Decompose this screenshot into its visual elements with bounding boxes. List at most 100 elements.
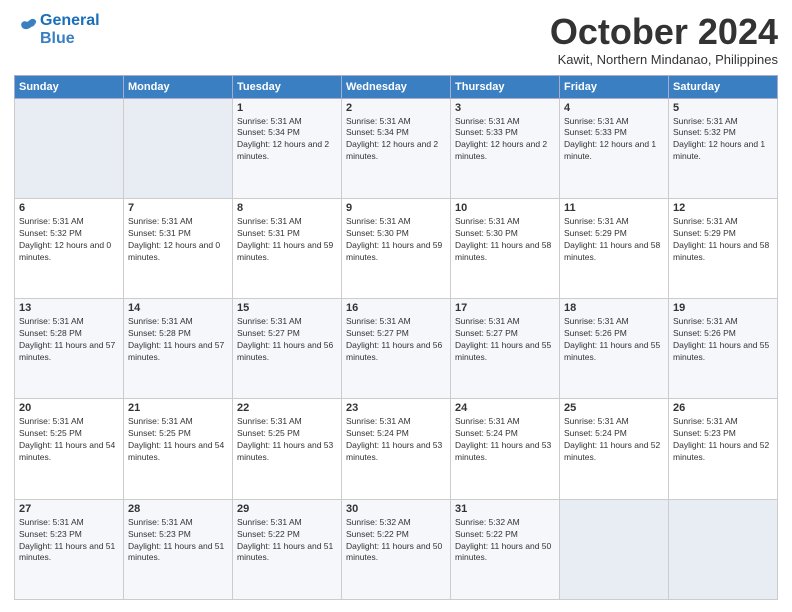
header-row: SundayMondayTuesdayWednesdayThursdayFrid… bbox=[15, 75, 778, 98]
calendar-body: 1 Sunrise: 5:31 AM Sunset: 5:34 PM Daylig… bbox=[15, 98, 778, 599]
day-info: Sunrise: 5:31 AM Sunset: 5:23 PM Dayligh… bbox=[128, 517, 228, 565]
calendar-header: SundayMondayTuesdayWednesdayThursdayFrid… bbox=[15, 75, 778, 98]
calendar-week-row: 27 Sunrise: 5:31 AM Sunset: 5:23 PM Dayli… bbox=[15, 499, 778, 599]
day-number: 7 bbox=[128, 202, 228, 214]
calendar-cell: 30 Sunrise: 5:32 AM Sunset: 5:22 PM Dayli… bbox=[342, 499, 451, 599]
page: General Blue October 2024 Kawit, Norther… bbox=[0, 0, 792, 612]
day-info: Sunrise: 5:31 AM Sunset: 5:33 PM Dayligh… bbox=[455, 116, 555, 164]
day-info: Sunrise: 5:31 AM Sunset: 5:31 PM Dayligh… bbox=[237, 216, 337, 264]
calendar-cell: 22 Sunrise: 5:31 AM Sunset: 5:25 PM Dayli… bbox=[233, 399, 342, 499]
day-info: Sunrise: 5:31 AM Sunset: 5:25 PM Dayligh… bbox=[237, 416, 337, 464]
day-number: 31 bbox=[455, 503, 555, 515]
day-info: Sunrise: 5:31 AM Sunset: 5:26 PM Dayligh… bbox=[673, 316, 773, 364]
day-number: 28 bbox=[128, 503, 228, 515]
day-info: Sunrise: 5:31 AM Sunset: 5:23 PM Dayligh… bbox=[19, 517, 119, 565]
header: General Blue October 2024 Kawit, Norther… bbox=[14, 12, 778, 67]
calendar-cell: 20 Sunrise: 5:31 AM Sunset: 5:25 PM Dayli… bbox=[15, 399, 124, 499]
day-number: 2 bbox=[346, 102, 446, 114]
calendar-cell: 2 Sunrise: 5:31 AM Sunset: 5:34 PM Daylig… bbox=[342, 98, 451, 198]
calendar-cell: 21Sunrise: 5:31 AM Sunset: 5:25 PM Dayli… bbox=[124, 399, 233, 499]
calendar-cell bbox=[560, 499, 669, 599]
day-info: Sunrise: 5:31 AM Sunset: 5:23 PM Dayligh… bbox=[673, 416, 773, 464]
day-info: Sunrise: 5:31 AM Sunset: 5:22 PM Dayligh… bbox=[237, 517, 337, 565]
day-number: 23 bbox=[346, 402, 446, 414]
day-number: 16 bbox=[346, 302, 446, 314]
calendar-table: SundayMondayTuesdayWednesdayThursdayFrid… bbox=[14, 75, 778, 600]
calendar-cell bbox=[15, 98, 124, 198]
calendar-cell: 3 Sunrise: 5:31 AM Sunset: 5:33 PM Daylig… bbox=[451, 98, 560, 198]
day-number: 9 bbox=[346, 202, 446, 214]
logo: General Blue bbox=[14, 12, 100, 47]
day-info: Sunrise: 5:32 AM Sunset: 5:22 PM Dayligh… bbox=[346, 517, 446, 565]
calendar-cell: 12 Sunrise: 5:31 AM Sunset: 5:29 PM Dayli… bbox=[669, 198, 778, 298]
day-of-week-header: Sunday bbox=[15, 75, 124, 98]
calendar-cell: 16 Sunrise: 5:31 AM Sunset: 5:27 PM Dayli… bbox=[342, 299, 451, 399]
day-info: Sunrise: 5:31 AM Sunset: 5:30 PM Dayligh… bbox=[346, 216, 446, 264]
day-number: 8 bbox=[237, 202, 337, 214]
day-number: 4 bbox=[564, 102, 664, 114]
day-info: Sunrise: 5:31 AM Sunset: 5:34 PM Dayligh… bbox=[346, 116, 446, 164]
day-number: 12 bbox=[673, 202, 773, 214]
calendar-cell: 10Sunrise: 5:31 AM Sunset: 5:30 PM Dayli… bbox=[451, 198, 560, 298]
day-info: Sunrise: 5:31 AM Sunset: 5:34 PM Dayligh… bbox=[237, 116, 337, 164]
calendar: SundayMondayTuesdayWednesdayThursdayFrid… bbox=[14, 75, 778, 600]
day-number: 24 bbox=[455, 402, 555, 414]
day-number: 25 bbox=[564, 402, 664, 414]
day-number: 20 bbox=[19, 402, 119, 414]
day-info: Sunrise: 5:31 AM Sunset: 5:24 PM Dayligh… bbox=[564, 416, 664, 464]
day-of-week-header: Monday bbox=[124, 75, 233, 98]
day-of-week-header: Friday bbox=[560, 75, 669, 98]
calendar-cell: 25 Sunrise: 5:31 AM Sunset: 5:24 PM Dayli… bbox=[560, 399, 669, 499]
day-info: Sunrise: 5:31 AM Sunset: 5:28 PM Dayligh… bbox=[19, 316, 119, 364]
day-number: 27 bbox=[19, 503, 119, 515]
day-info: Sunrise: 5:31 AM Sunset: 5:27 PM Dayligh… bbox=[346, 316, 446, 364]
calendar-week-row: 1 Sunrise: 5:31 AM Sunset: 5:34 PM Daylig… bbox=[15, 98, 778, 198]
day-info: Sunrise: 5:31 AM Sunset: 5:29 PM Dayligh… bbox=[673, 216, 773, 264]
day-info: Sunrise: 5:31 AM Sunset: 5:32 PM Dayligh… bbox=[673, 116, 773, 164]
day-number: 14 bbox=[128, 302, 228, 314]
logo-text: General Blue bbox=[40, 12, 100, 47]
month-title: October 2024 bbox=[550, 12, 778, 52]
title-section: October 2024 Kawit, Northern Mindanao, P… bbox=[550, 12, 778, 67]
day-number: 1 bbox=[237, 102, 337, 114]
day-number: 18 bbox=[564, 302, 664, 314]
day-info: Sunrise: 5:31 AM Sunset: 5:25 PM Dayligh… bbox=[128, 416, 228, 464]
calendar-cell: 1 Sunrise: 5:31 AM Sunset: 5:34 PM Daylig… bbox=[233, 98, 342, 198]
calendar-cell: 13Sunrise: 5:31 AM Sunset: 5:28 PM Dayli… bbox=[15, 299, 124, 399]
calendar-cell bbox=[124, 98, 233, 198]
calendar-cell: 11Sunrise: 5:31 AM Sunset: 5:29 PM Dayli… bbox=[560, 198, 669, 298]
day-info: Sunrise: 5:31 AM Sunset: 5:24 PM Dayligh… bbox=[455, 416, 555, 464]
calendar-cell: 14Sunrise: 5:31 AM Sunset: 5:28 PM Dayli… bbox=[124, 299, 233, 399]
calendar-cell: 6Sunrise: 5:31 AM Sunset: 5:32 PM Daylig… bbox=[15, 198, 124, 298]
day-info: Sunrise: 5:31 AM Sunset: 5:27 PM Dayligh… bbox=[455, 316, 555, 364]
calendar-cell: 29 Sunrise: 5:31 AM Sunset: 5:22 PM Dayli… bbox=[233, 499, 342, 599]
day-number: 15 bbox=[237, 302, 337, 314]
calendar-cell: 8 Sunrise: 5:31 AM Sunset: 5:31 PM Daylig… bbox=[233, 198, 342, 298]
calendar-cell: 19Sunrise: 5:31 AM Sunset: 5:26 PM Dayli… bbox=[669, 299, 778, 399]
calendar-cell: 23 Sunrise: 5:31 AM Sunset: 5:24 PM Dayli… bbox=[342, 399, 451, 499]
calendar-cell: 27 Sunrise: 5:31 AM Sunset: 5:23 PM Dayli… bbox=[15, 499, 124, 599]
day-number: 22 bbox=[237, 402, 337, 414]
day-number: 29 bbox=[237, 503, 337, 515]
calendar-cell: 28 Sunrise: 5:31 AM Sunset: 5:23 PM Dayli… bbox=[124, 499, 233, 599]
day-of-week-header: Thursday bbox=[451, 75, 560, 98]
calendar-cell: 31 Sunrise: 5:32 AM Sunset: 5:22 PM Dayli… bbox=[451, 499, 560, 599]
calendar-cell: 18 Sunrise: 5:31 AM Sunset: 5:26 PM Dayli… bbox=[560, 299, 669, 399]
day-info: Sunrise: 5:31 AM Sunset: 5:24 PM Dayligh… bbox=[346, 416, 446, 464]
calendar-cell: 15 Sunrise: 5:31 AM Sunset: 5:27 PM Dayli… bbox=[233, 299, 342, 399]
day-number: 30 bbox=[346, 503, 446, 515]
day-of-week-header: Wednesday bbox=[342, 75, 451, 98]
calendar-cell: 9 Sunrise: 5:31 AM Sunset: 5:30 PM Daylig… bbox=[342, 198, 451, 298]
day-info: Sunrise: 5:31 AM Sunset: 5:31 PM Dayligh… bbox=[128, 216, 228, 264]
day-info: Sunrise: 5:31 AM Sunset: 5:27 PM Dayligh… bbox=[237, 316, 337, 364]
day-info: Sunrise: 5:32 AM Sunset: 5:22 PM Dayligh… bbox=[455, 517, 555, 565]
day-number: 6 bbox=[19, 202, 119, 214]
calendar-week-row: 6Sunrise: 5:31 AM Sunset: 5:32 PM Daylig… bbox=[15, 198, 778, 298]
day-info: Sunrise: 5:31 AM Sunset: 5:29 PM Dayligh… bbox=[564, 216, 664, 264]
day-number: 17 bbox=[455, 302, 555, 314]
day-info: Sunrise: 5:31 AM Sunset: 5:26 PM Dayligh… bbox=[564, 316, 664, 364]
day-info: Sunrise: 5:31 AM Sunset: 5:25 PM Dayligh… bbox=[19, 416, 119, 464]
day-number: 3 bbox=[455, 102, 555, 114]
calendar-cell: 24 Sunrise: 5:31 AM Sunset: 5:24 PM Dayli… bbox=[451, 399, 560, 499]
day-info: Sunrise: 5:31 AM Sunset: 5:30 PM Dayligh… bbox=[455, 216, 555, 264]
